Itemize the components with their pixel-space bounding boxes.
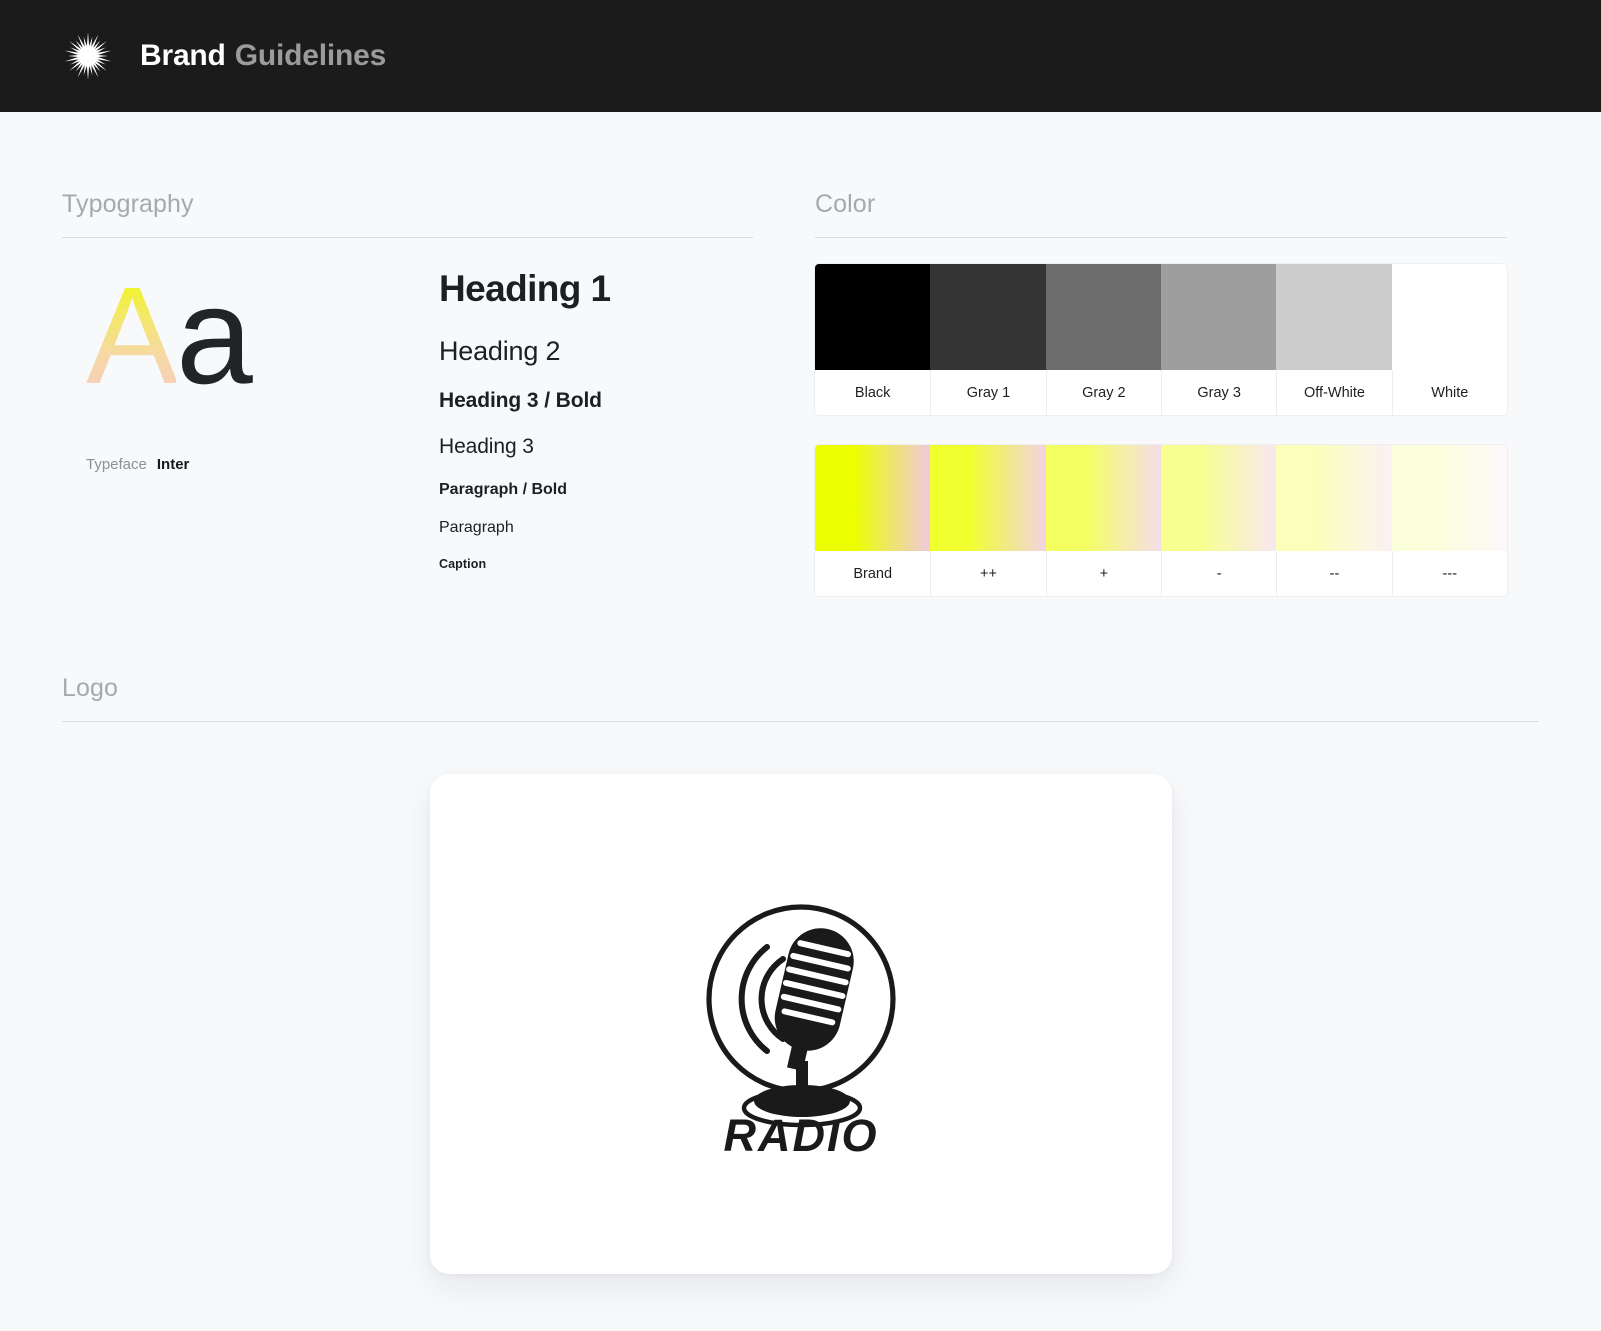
neutral-swatch-grid: Black Gray 1 Gray 2 Gray 3 Off-White White xyxy=(815,264,1507,415)
typography-section: Typography Aa Typeface Inter Heading 1 H… xyxy=(62,190,753,596)
swatch-label: --- xyxy=(1391,551,1507,596)
logo-section-title: Logo xyxy=(62,674,1539,722)
swatch-label: Black xyxy=(815,370,931,415)
type-sample-heading-3-bold: Heading 3 / Bold xyxy=(439,389,602,412)
swatch-cell[interactable]: Gray 1 xyxy=(930,264,1046,415)
radio-microphone-logo: RADIO ONLINE xyxy=(705,904,896,1159)
swatch-label: + xyxy=(1045,551,1161,596)
top-columns: Typography Aa Typeface Inter Heading 1 H… xyxy=(62,112,1539,596)
swatch-cell[interactable]: ++ xyxy=(930,445,1046,596)
swatch-cell[interactable]: Brand xyxy=(815,445,931,596)
type-sample-paragraph: Paragraph xyxy=(439,519,514,536)
type-sample-heading-3: Heading 3 xyxy=(439,435,534,458)
swatch-color xyxy=(815,445,931,551)
swatch-color xyxy=(930,264,1046,370)
typeface-label: Typeface xyxy=(86,456,147,473)
type-sample-heading-1: Heading 1 xyxy=(439,268,611,309)
page-title: Brand Guidelines xyxy=(140,39,386,73)
swatch-cell[interactable]: Black xyxy=(815,264,931,415)
logo-tagline: ONLINE xyxy=(746,1158,856,1159)
typeface-specimen: Aa Typeface Inter xyxy=(62,264,439,571)
swatch-color xyxy=(1160,445,1277,551)
typeface-info: Typeface Inter xyxy=(86,456,439,473)
type-scale-list: Heading 1 Heading 2 Heading 3 / Bold Hea… xyxy=(439,264,753,571)
brand-palette: Brand ++ + - -- --- xyxy=(815,445,1507,596)
logo-card: RADIO ONLINE xyxy=(429,774,1172,1274)
swatch-cell[interactable]: Off-White xyxy=(1276,264,1392,415)
app-header: Brand Guidelines xyxy=(0,0,1601,112)
swatch-label: White xyxy=(1391,370,1507,415)
swatch-cell[interactable]: --- xyxy=(1391,445,1507,596)
swatch-color xyxy=(930,445,1046,551)
typeface-value: Inter xyxy=(156,456,190,473)
swatch-label: Off-White xyxy=(1276,370,1392,415)
swatch-color xyxy=(1160,264,1277,370)
title-word-secondary: Guidelines xyxy=(234,39,387,72)
brand-swatch-grid: Brand ++ + - -- --- xyxy=(815,445,1507,596)
logo-section: Logo RADIO xyxy=(62,596,1539,1274)
swatch-color xyxy=(1045,264,1161,370)
swatch-cell[interactable]: + xyxy=(1045,445,1161,596)
specimen-glyphs: Aa xyxy=(86,264,439,414)
title-word-primary: Brand xyxy=(140,39,226,72)
page-body: Typography Aa Typeface Inter Heading 1 H… xyxy=(0,112,1601,1274)
color-section: Color Black Gray 1 Gray 2 Gray 3 Off-White Wh… xyxy=(815,190,1507,596)
type-sample-paragraph-bold: Paragraph / Bold xyxy=(439,481,568,498)
swatch-label: Gray 3 xyxy=(1160,370,1277,415)
swatch-label: Gray 2 xyxy=(1045,370,1161,415)
swatch-label: -- xyxy=(1276,551,1392,596)
specimen-uppercase: A xyxy=(86,259,178,413)
swatch-color xyxy=(1276,264,1392,370)
swatch-cell[interactable]: Gray 2 xyxy=(1045,264,1161,415)
swatch-label: - xyxy=(1160,551,1277,596)
logo-wordmark: RADIO xyxy=(723,1110,878,1159)
swatch-label: Brand xyxy=(815,551,931,596)
swatch-cell[interactable]: Gray 3 xyxy=(1160,264,1277,415)
type-sample-caption: Caption xyxy=(439,557,487,571)
logo-stage: RADIO ONLINE xyxy=(62,722,1539,1274)
swatch-color xyxy=(1276,445,1392,551)
swatch-label: Gray 1 xyxy=(930,370,1046,415)
swatch-color xyxy=(815,264,931,370)
swatch-cell[interactable]: -- xyxy=(1276,445,1392,596)
specimen-lowercase: a xyxy=(176,259,253,413)
neutral-palette: Black Gray 1 Gray 2 Gray 3 Off-White White xyxy=(815,264,1507,415)
swatch-cell[interactable]: - xyxy=(1160,445,1277,596)
swatch-cell[interactable]: White xyxy=(1391,264,1507,415)
swatch-color xyxy=(1391,264,1507,370)
typography-content: Aa Typeface Inter Heading 1 Heading 2 He… xyxy=(62,238,753,571)
swatch-color xyxy=(1391,445,1507,551)
typography-section-title: Typography xyxy=(62,190,753,238)
color-section-title: Color xyxy=(815,190,1507,238)
swatch-label: ++ xyxy=(930,551,1046,596)
starburst-icon xyxy=(64,32,112,80)
type-sample-heading-2: Heading 2 xyxy=(439,336,561,366)
swatch-color xyxy=(1045,445,1161,551)
